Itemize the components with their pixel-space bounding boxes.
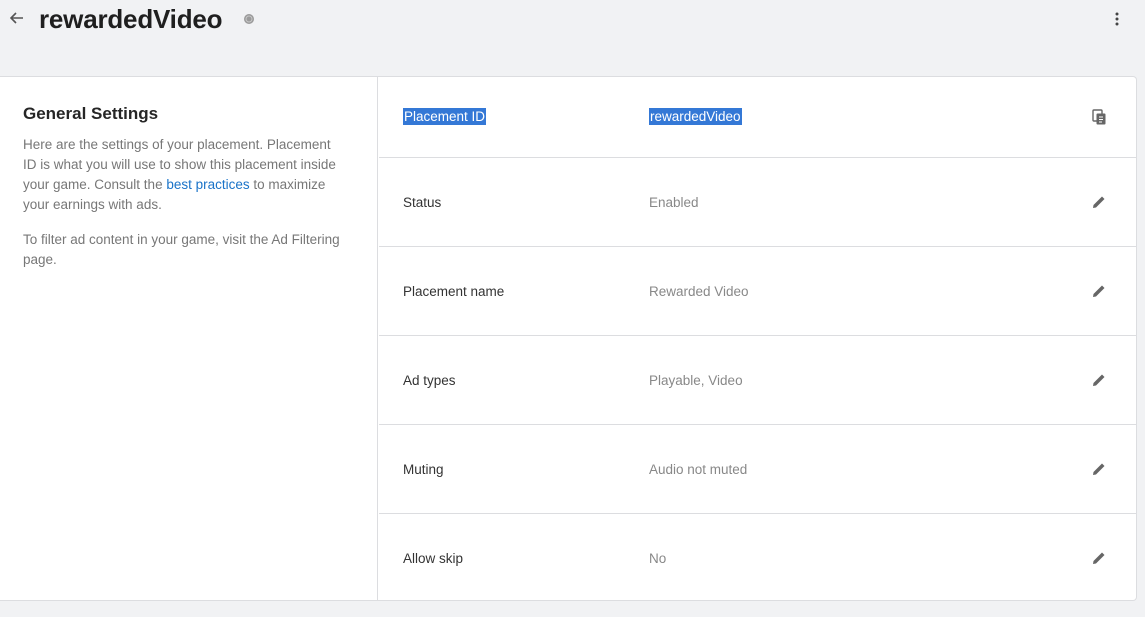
row-placement-id: Placement ID rewardedVideo bbox=[379, 77, 1136, 158]
best-practices-link[interactable]: best practices bbox=[166, 177, 249, 192]
back-arrow-icon[interactable] bbox=[9, 9, 25, 27]
row-ad-types: Ad types Playable, Video bbox=[379, 336, 1136, 425]
row-label: Placement ID bbox=[403, 108, 487, 125]
row-label: Status bbox=[403, 195, 442, 210]
row-muting: Muting Audio not muted bbox=[379, 425, 1136, 514]
row-allow-skip: Allow skip No bbox=[379, 514, 1136, 601]
section-title: General Settings bbox=[23, 104, 159, 123]
row-label-text: Placement ID bbox=[403, 108, 487, 125]
settings-rows: Placement ID rewardedVideo Status Enable… bbox=[379, 77, 1136, 600]
row-label: Allow skip bbox=[403, 551, 464, 566]
row-value: Enabled bbox=[649, 195, 699, 210]
row-label: Ad types bbox=[403, 373, 456, 388]
row-value: Playable, Video bbox=[649, 373, 743, 388]
status-dot-icon bbox=[243, 12, 255, 24]
ad-filtering-note: To filter ad content in your game, visit… bbox=[23, 232, 340, 267]
row-value-text: rewardedVideo bbox=[649, 108, 742, 125]
pencil-icon[interactable] bbox=[1090, 371, 1108, 389]
page-header: rewardedVideo bbox=[0, 0, 1145, 50]
row-value: rewardedVideo bbox=[649, 108, 742, 125]
row-value: Rewarded Video bbox=[649, 284, 749, 299]
pencil-icon[interactable] bbox=[1090, 549, 1108, 567]
row-placement-name: Placement name Rewarded Video bbox=[379, 247, 1136, 336]
page-footer-area bbox=[0, 601, 1145, 617]
copy-icon[interactable] bbox=[1090, 108, 1108, 126]
row-label: Placement name bbox=[403, 284, 505, 299]
row-value: Audio not muted bbox=[649, 462, 748, 477]
pencil-icon[interactable] bbox=[1090, 460, 1108, 478]
general-settings-panel: General Settings Here are the settings o… bbox=[0, 77, 378, 600]
settings-card: General Settings Here are the settings o… bbox=[0, 76, 1137, 601]
row-value: No bbox=[649, 551, 667, 566]
more-vertical-icon[interactable] bbox=[1108, 9, 1126, 29]
row-status: Status Enabled bbox=[379, 158, 1136, 247]
row-label: Muting bbox=[403, 462, 444, 477]
page-title: rewardedVideo bbox=[39, 4, 223, 34]
pencil-icon[interactable] bbox=[1090, 282, 1108, 300]
pencil-icon[interactable] bbox=[1090, 193, 1108, 211]
section-description: Here are the settings of your placement.… bbox=[23, 135, 343, 215]
